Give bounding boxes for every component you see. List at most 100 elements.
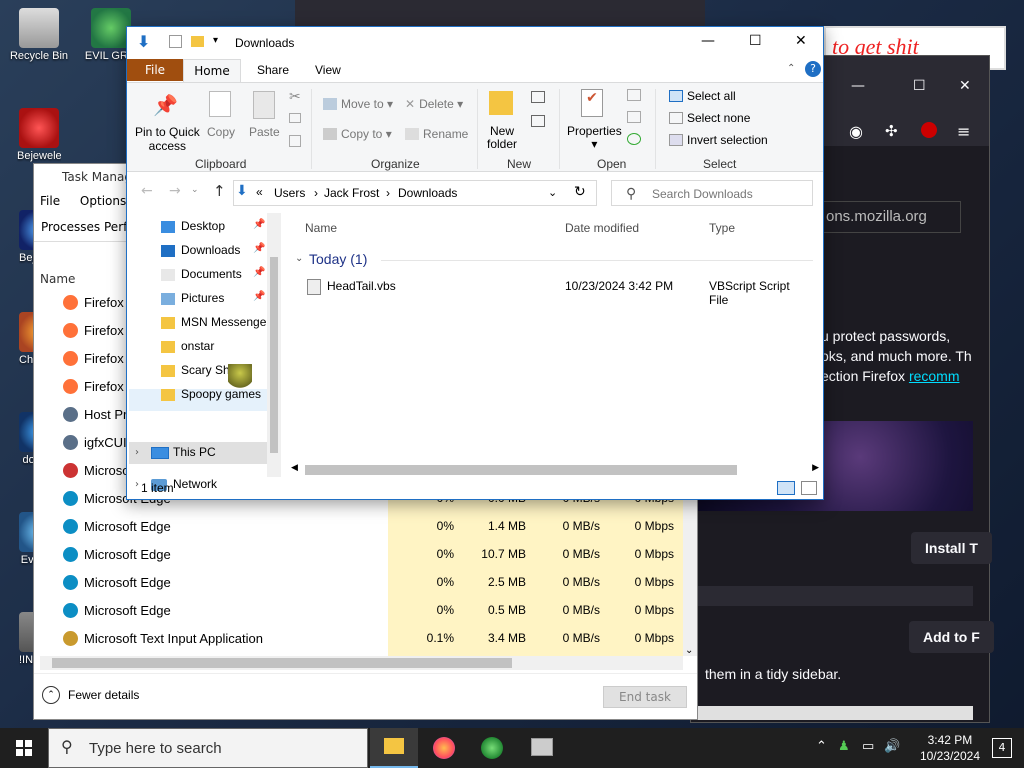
hscroll-thumb[interactable] (305, 465, 737, 475)
breadcrumb-downloads[interactable]: Downloads (398, 186, 457, 200)
forward-icon[interactable]: → (169, 183, 181, 199)
add-to-firefox-button[interactable]: Add to F (909, 621, 994, 653)
chevron-up-icon[interactable]: ⌃ (787, 63, 795, 74)
chevron-down-icon[interactable]: ⌄ (685, 645, 693, 656)
scroll-left-icon[interactable]: ◀ (291, 463, 298, 473)
dropdown-icon[interactable]: ▾ (213, 35, 218, 46)
end-task-button[interactable]: End task (603, 686, 687, 708)
notification-center-button[interactable]: 4 (992, 738, 1012, 758)
minimize-icon[interactable]: — (851, 78, 865, 94)
taskbar-file-explorer[interactable] (370, 728, 418, 768)
search-downloads-field[interactable]: ⚲ Search Downloads (611, 180, 813, 206)
file-name[interactable]: HeadTail.vbs (327, 279, 396, 293)
process-row[interactable]: Microsoft Edge 0% 0.5 MB 0 MB/s 0 Mbps (34, 597, 684, 625)
pin-to-quick-access-button[interactable]: Pin to Quick access (135, 125, 200, 153)
history-icon[interactable] (627, 133, 641, 145)
minimize-icon[interactable]: — (701, 33, 715, 49)
bejeweled-icon[interactable]: Bejeweled Deluxe (4, 108, 74, 165)
file-row[interactable]: HeadTail.vbs 10/23/2024 3:42 PM VBScript… (287, 271, 811, 307)
chevron-right-icon[interactable]: › (135, 447, 139, 458)
firefox-hscroll[interactable] (691, 706, 973, 720)
taskbar-firefox[interactable] (420, 728, 468, 768)
install-button[interactable]: Install T (911, 532, 992, 564)
folder-icon[interactable] (191, 36, 204, 47)
rename-button[interactable]: Rename (405, 127, 468, 141)
maximize-icon[interactable]: ☐ (749, 33, 762, 49)
column-header-name[interactable]: Name (40, 272, 75, 286)
move-to-button[interactable]: Move to ▾ (323, 97, 393, 111)
easy-access-icon[interactable] (531, 115, 545, 127)
up-icon[interactable]: ↑ (213, 182, 226, 200)
details-view-icon[interactable] (777, 481, 795, 495)
recycle-bin-icon[interactable]: Recycle Bin (4, 8, 74, 62)
properties-button[interactable]: Properties ▾ (567, 125, 622, 151)
process-row[interactable]: Microsoft Edge 0% 10.7 MB 0 MB/s 0 Mbps (34, 541, 684, 569)
recent-dropdown-icon[interactable]: ⌄ (191, 185, 199, 195)
nav-scrollbar[interactable] (267, 213, 281, 477)
start-button[interactable] (0, 728, 48, 768)
menu-file[interactable]: File (40, 194, 60, 208)
copy-path-icon[interactable] (289, 113, 301, 123)
close-icon[interactable]: ✕ (959, 78, 971, 94)
nav-item[interactable]: Pictures (181, 291, 224, 305)
nav-item[interactable]: MSN Messenger (181, 315, 270, 329)
address-field[interactable]: ⬇ « Users › Jack Frost › Downloads ⌄ ↻ (233, 180, 597, 206)
delete-button[interactable]: ✕ Delete ▾ (405, 97, 463, 111)
column-header-date[interactable]: Date modified (565, 221, 639, 235)
chevron-up-icon[interactable]: ⌃ (42, 686, 60, 704)
help-icon[interactable]: ? (805, 61, 821, 77)
taskbar-search-field[interactable]: ⚲ Type here to search (48, 728, 368, 768)
maximize-icon[interactable]: ☐ (913, 78, 926, 94)
menu-options[interactable]: Options (80, 194, 126, 208)
extensions-icon[interactable]: ✣ (885, 122, 898, 140)
network-icon[interactable]: ▭ (862, 739, 874, 754)
fewer-details-link[interactable]: Fewer details (68, 688, 139, 702)
process-row[interactable]: Microsoft Edge 0% 2.5 MB 0 MB/s 0 Mbps (34, 569, 684, 597)
volume-icon[interactable]: 🔊 (884, 739, 900, 754)
open-icon[interactable] (627, 89, 641, 101)
msn-tray-icon[interactable]: ♟ (838, 739, 850, 754)
breadcrumb-overflow[interactable]: « (256, 185, 263, 199)
column-header-type[interactable]: Type (709, 221, 735, 235)
chevron-down-icon[interactable]: ⌄ (548, 186, 557, 199)
back-icon[interactable]: ← (141, 183, 153, 199)
invert-selection-button[interactable]: Invert selection (669, 133, 768, 147)
chevron-up-icon[interactable]: ⌃ (816, 739, 827, 754)
close-icon[interactable]: ✕ (795, 33, 807, 49)
breadcrumb-users[interactable]: Users (274, 186, 305, 200)
group-header-today[interactable]: Today (1) (309, 251, 367, 267)
nav-item[interactable]: Downloads (181, 243, 240, 257)
tab-share[interactable]: Share (257, 63, 289, 77)
cut-icon[interactable]: ✂ (289, 89, 301, 105)
url-field[interactable]: ons.mozilla.org (821, 201, 961, 233)
properties-check-icon[interactable] (169, 35, 182, 48)
file-explorer-window[interactable]: ⬇ ▾ Downloads — ☐ ✕ File Home Share View… (126, 26, 824, 500)
clock[interactable]: 3:42 PM 10/23/2024 (920, 732, 980, 764)
taskbar-msn[interactable] (468, 728, 516, 768)
process-row[interactable]: Microsoft Text Input Application 0.1% 3.4 … (34, 625, 684, 653)
copy-to-button[interactable]: Copy to ▾ (323, 127, 392, 141)
ublock-icon[interactable] (921, 122, 937, 138)
tab-file[interactable]: File (127, 59, 183, 81)
tab-view[interactable]: View (315, 63, 341, 77)
hscroll-thumb[interactable] (52, 658, 512, 668)
new-folder-button[interactable]: New folder (487, 125, 517, 151)
process-row[interactable]: Microsoft Edge 0% 1.4 MB 0 MB/s 0 Mbps (34, 513, 684, 541)
recommend-link[interactable]: recomm (909, 368, 960, 384)
nav-item[interactable]: onstar (181, 339, 214, 353)
large-icons-view-icon[interactable] (801, 481, 817, 495)
nav-scroll-thumb[interactable] (270, 257, 278, 453)
file-list-hscroll[interactable]: ◀ ▶ (287, 461, 823, 477)
download-arrow-icon[interactable]: ⬇ (137, 32, 150, 51)
select-all-button[interactable]: Select all (669, 89, 736, 103)
tab-home[interactable]: Home (183, 59, 241, 83)
column-header-name[interactable]: Name (305, 221, 337, 235)
chevron-down-icon[interactable]: ⌄ (295, 253, 303, 264)
paste-shortcut-icon[interactable] (289, 135, 301, 147)
tab-processes[interactable]: Processes (41, 220, 100, 234)
edit-icon[interactable] (627, 111, 641, 123)
breadcrumb-jack-frost[interactable]: Jack Frost (324, 186, 379, 200)
scroll-right-icon[interactable]: ▶ (812, 463, 819, 473)
nav-item[interactable]: Desktop (181, 219, 225, 233)
taskbar-task-manager[interactable] (518, 728, 566, 768)
